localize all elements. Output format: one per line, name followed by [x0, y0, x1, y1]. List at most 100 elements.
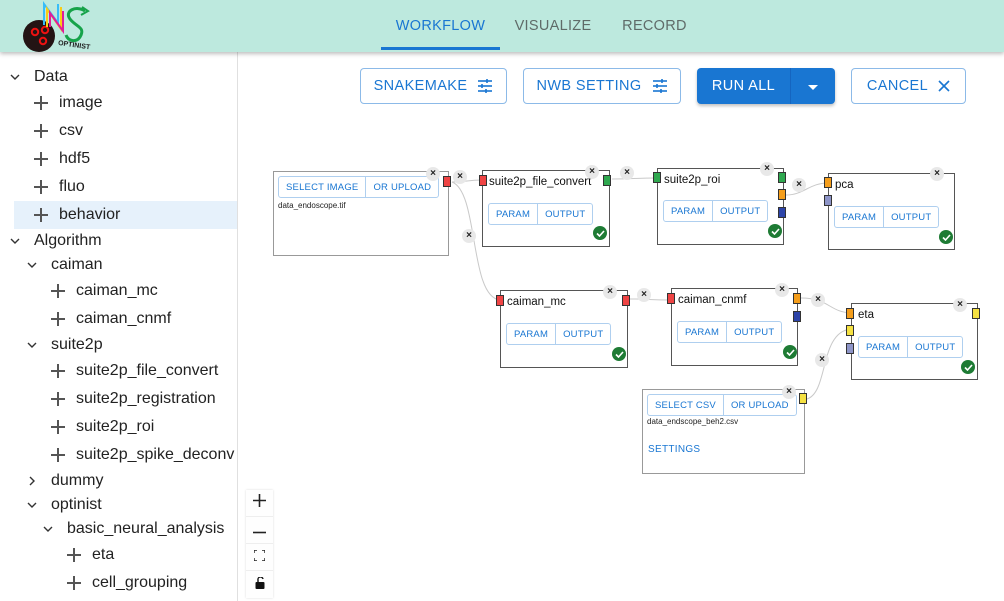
- tree-item-fluo[interactable]: fluo: [33, 173, 85, 201]
- upload-image-button[interactable]: OR UPLOAD: [365, 177, 438, 197]
- delete-node-icon[interactable]: ×: [760, 162, 774, 176]
- tree-item-suite2p-spike-deconv[interactable]: suite2p_spike_deconv: [50, 441, 234, 469]
- param-button[interactable]: PARAM: [859, 337, 907, 357]
- plus-icon: [66, 547, 82, 563]
- eta-node[interactable]: eta PARAM OUTPUT: [851, 303, 978, 380]
- param-button[interactable]: PARAM: [489, 204, 537, 224]
- select-image-button[interactable]: SELECT IMAGE: [279, 177, 365, 197]
- suite2p-roi-node[interactable]: suite2p_roi PARAM OUTPUT: [657, 168, 784, 245]
- suite2p-file-convert-node[interactable]: suite2p_file_convert PARAM OUTPUT: [482, 170, 610, 247]
- fluorescence-output-handle[interactable]: [793, 293, 801, 304]
- optinist-logo[interactable]: OPTINIST: [18, 0, 104, 53]
- cancel-button[interactable]: CANCEL: [851, 68, 966, 104]
- output-button[interactable]: OUTPUT: [537, 204, 592, 224]
- eta-output-handle[interactable]: [972, 308, 980, 319]
- run-all-button[interactable]: RUN ALL: [697, 68, 791, 104]
- cancel-label: CANCEL: [866, 78, 929, 94]
- iscell-input-handle[interactable]: [824, 195, 832, 206]
- tree-item-suite2p-registration[interactable]: suite2p_registration: [50, 385, 216, 413]
- neural-data-input-handle[interactable]: [846, 308, 854, 319]
- output-button[interactable]: OUTPUT: [883, 207, 938, 227]
- caiman-mc-node[interactable]: caiman_mc PARAM OUTPUT: [500, 290, 628, 368]
- param-button[interactable]: PARAM: [507, 324, 555, 344]
- delete-node-icon[interactable]: ×: [603, 285, 617, 299]
- delete-edge-icon[interactable]: ×: [811, 293, 825, 307]
- delete-edge-icon[interactable]: ×: [815, 353, 829, 367]
- delete-edge-icon[interactable]: ×: [637, 288, 651, 302]
- output-button[interactable]: OUTPUT: [726, 322, 781, 342]
- suite2p-output-handle[interactable]: [603, 175, 611, 186]
- iscell-output-handle[interactable]: [778, 207, 786, 218]
- delete-edge-icon[interactable]: ×: [453, 170, 467, 184]
- csv-input-node[interactable]: SELECT CSV OR UPLOAD data_endscope_beh2.…: [642, 389, 805, 474]
- tree-label: image: [59, 94, 103, 111]
- param-button[interactable]: PARAM: [835, 207, 883, 227]
- tree-label: caiman_mc: [76, 282, 158, 299]
- tab-workflow[interactable]: WORKFLOW: [381, 0, 500, 52]
- nwb-setting-button[interactable]: NWB SETTING: [523, 68, 681, 104]
- run-options-dropdown[interactable]: [791, 68, 835, 104]
- image-output-handle[interactable]: [622, 295, 630, 306]
- node-title: pca: [835, 179, 854, 191]
- output-button[interactable]: OUTPUT: [555, 324, 610, 344]
- tree-item-caiman-mc[interactable]: caiman_mc: [50, 277, 158, 305]
- delete-node-icon[interactable]: ×: [775, 283, 789, 297]
- select-csv-button[interactable]: SELECT CSV: [648, 395, 723, 415]
- node-title: suite2p_roi: [664, 174, 721, 186]
- delete-node-icon[interactable]: ×: [426, 167, 440, 181]
- csv-settings-button[interactable]: SETTINGS: [648, 444, 700, 455]
- tree-item-suite2p-file-convert[interactable]: suite2p_file_convert: [50, 357, 218, 385]
- plus-icon: [33, 207, 49, 223]
- tree-item-csv[interactable]: csv: [33, 117, 83, 145]
- tree-item-behavior[interactable]: behavior: [14, 201, 237, 229]
- ops-output-handle[interactable]: [778, 172, 786, 183]
- delete-edge-icon[interactable]: ×: [620, 166, 634, 180]
- tree-label: hdf5: [59, 150, 91, 167]
- param-button[interactable]: PARAM: [664, 201, 712, 221]
- tree-item-hdf5[interactable]: hdf5: [33, 145, 90, 173]
- fluorescence-input-handle[interactable]: [824, 177, 832, 188]
- plus-icon: [50, 447, 66, 463]
- behavior-output-handle[interactable]: [799, 393, 807, 404]
- image-input-handle[interactable]: [479, 175, 487, 186]
- image-input-handle[interactable]: [667, 293, 675, 304]
- tree-item-eta[interactable]: eta: [66, 541, 114, 569]
- tree-folder-data[interactable]: Data: [8, 63, 68, 91]
- behavior-input-handle[interactable]: [846, 325, 854, 336]
- tab-record[interactable]: RECORD: [606, 0, 703, 52]
- tab-visualize[interactable]: VISUALIZE: [500, 0, 606, 52]
- snakemake-button[interactable]: SNAKEMAKE: [360, 68, 507, 104]
- tree-folder-suite2p[interactable]: suite2p: [25, 331, 103, 359]
- iscell-output-handle[interactable]: [793, 311, 801, 322]
- output-button[interactable]: OUTPUT: [907, 337, 962, 357]
- tree-label: cell_grouping: [92, 574, 188, 591]
- delete-node-icon[interactable]: ×: [782, 385, 796, 399]
- image-input-node[interactable]: SELECT IMAGE OR UPLOAD data_endoscope.ti…: [273, 171, 449, 256]
- output-button[interactable]: OUTPUT: [712, 201, 767, 221]
- param-button[interactable]: PARAM: [678, 322, 726, 342]
- iscell-input-handle[interactable]: [846, 343, 854, 354]
- delete-edge-icon[interactable]: ×: [462, 229, 476, 243]
- delete-node-icon[interactable]: ×: [585, 165, 599, 179]
- delete-node-icon[interactable]: ×: [930, 167, 944, 181]
- pca-node[interactable]: pca PARAM OUTPUT: [828, 173, 955, 250]
- delete-edge-icon[interactable]: ×: [792, 178, 806, 192]
- close-icon: [938, 80, 950, 92]
- tree-folder-caiman[interactable]: caiman: [25, 251, 103, 279]
- tree-item-image[interactable]: image: [33, 89, 103, 117]
- delete-node-icon[interactable]: ×: [953, 298, 967, 312]
- tree-item-caiman-cnmf[interactable]: caiman_cnmf: [50, 305, 171, 333]
- toggle-interactivity-button[interactable]: [246, 571, 273, 598]
- tree-item-suite2p-roi[interactable]: suite2p_roi: [50, 413, 154, 441]
- suite2p-input-handle[interactable]: [653, 172, 661, 183]
- fit-view-button[interactable]: [246, 544, 273, 571]
- image-input-handle[interactable]: [496, 295, 504, 306]
- zoom-out-button[interactable]: [246, 517, 273, 544]
- caiman-cnmf-node[interactable]: caiman_cnmf PARAM OUTPUT: [671, 288, 798, 366]
- zoom-in-button[interactable]: [246, 490, 273, 517]
- image-output-handle[interactable]: [443, 176, 451, 187]
- fluorescence-output-handle[interactable]: [778, 189, 786, 200]
- workflow-canvas[interactable]: SNAKEMAKE NWB SETTING RUN ALL CANCEL SEL…: [239, 52, 1004, 601]
- tree-item-cell-grouping[interactable]: cell_grouping: [66, 569, 187, 597]
- tree-folder-basic-neural-analysis[interactable]: basic_neural_analysis: [41, 515, 224, 543]
